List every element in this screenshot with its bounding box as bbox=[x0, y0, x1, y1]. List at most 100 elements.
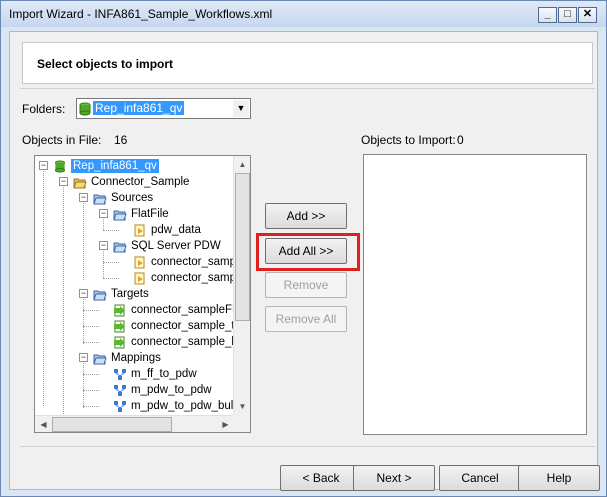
tree-node-sources[interactable]: Sources bbox=[93, 191, 153, 205]
tree-node-pdw-data[interactable]: pdw_data bbox=[133, 223, 201, 237]
objects-in-file-label: Objects in File: bbox=[22, 133, 102, 147]
folder-open-icon bbox=[93, 290, 107, 300]
tree-line bbox=[63, 182, 64, 414]
tree-node-label: pdw_data bbox=[151, 224, 201, 236]
tree-vertical-scrollbar[interactable]: ▲ ▼ bbox=[233, 156, 250, 415]
add-button[interactable]: Add >> bbox=[265, 203, 347, 229]
tree-node-target[interactable]: connector_sampleFF bbox=[113, 303, 234, 317]
tree-node-root[interactable]: Rep_infa861_qv bbox=[53, 159, 159, 173]
source-file-icon bbox=[134, 224, 145, 236]
tree-node-connector-sample[interactable]: Connector_Sample bbox=[73, 175, 189, 189]
scroll-right-icon[interactable]: ▶ bbox=[217, 416, 234, 432]
target-icon bbox=[114, 320, 125, 332]
objects-in-file-count: 16 bbox=[114, 133, 128, 147]
collapse-toggle[interactable]: − bbox=[79, 193, 88, 202]
tree-node-label: Mappings bbox=[111, 352, 161, 364]
close-button[interactable]: ✕ bbox=[578, 7, 597, 23]
objects-to-import-list[interactable] bbox=[363, 154, 587, 435]
remove-button-label: Remove bbox=[283, 278, 329, 292]
add-button-label: Add >> bbox=[286, 209, 326, 223]
folder-open-icon bbox=[93, 194, 107, 204]
tree-line bbox=[83, 294, 84, 344]
scroll-thumb[interactable] bbox=[52, 417, 172, 432]
back-button-label: < Back bbox=[302, 471, 340, 485]
tree-line bbox=[83, 326, 99, 327]
tree-node-label: m_pdw_to_pdw bbox=[131, 384, 212, 396]
folders-dropdown[interactable]: Rep_infa861_qv ▼ bbox=[76, 98, 251, 119]
tree-line bbox=[83, 342, 99, 343]
scroll-thumb[interactable] bbox=[235, 173, 250, 321]
header-divider bbox=[20, 88, 595, 89]
tree-node-mapping[interactable]: m_pdw_to_pdw_bull bbox=[113, 399, 234, 413]
tree-node-mappings[interactable]: Mappings bbox=[93, 351, 161, 365]
scroll-left-icon[interactable]: ◀ bbox=[35, 416, 52, 432]
window-title: Import Wizard - INFA861_Sample_Workflows… bbox=[9, 7, 273, 21]
tree-node-target[interactable]: connector_sample_ta bbox=[113, 319, 234, 333]
tree-node-label: connector_sample_ta bbox=[131, 320, 234, 332]
collapse-toggle[interactable]: − bbox=[99, 209, 108, 218]
scroll-corner bbox=[233, 415, 250, 432]
import-wizard-window: Import Wizard - INFA861_Sample_Workflows… bbox=[0, 0, 607, 497]
tree-node-label: m_ff_to_pdw bbox=[131, 368, 197, 380]
folders-selected-value: Rep_infa861_qv bbox=[93, 101, 185, 115]
objects-tree[interactable]: − Rep_infa861_qv − Connector_Sample − So… bbox=[34, 155, 251, 433]
collapse-toggle[interactable]: − bbox=[39, 161, 48, 170]
tree-line bbox=[43, 166, 44, 406]
database-icon bbox=[79, 102, 91, 116]
tree-node-source[interactable]: connector_samp bbox=[133, 271, 234, 285]
minimize-button[interactable]: _ bbox=[538, 7, 557, 23]
footer-divider bbox=[20, 446, 595, 447]
tree-node-label: connector_sampleFF bbox=[131, 304, 234, 316]
collapse-toggle[interactable]: − bbox=[79, 353, 88, 362]
collapse-toggle[interactable]: − bbox=[79, 289, 88, 298]
tree-node-target[interactable]: connector_sample_b bbox=[113, 335, 234, 349]
collapse-toggle[interactable]: − bbox=[99, 241, 108, 250]
remove-all-button-label: Remove All bbox=[275, 312, 337, 326]
mapping-icon bbox=[114, 400, 126, 412]
tree-line bbox=[83, 198, 84, 280]
tree-line bbox=[103, 278, 119, 279]
tree-node-label: Rep_infa861_qv bbox=[71, 159, 159, 173]
remove-all-button[interactable]: Remove All bbox=[265, 306, 347, 332]
folder-open-icon bbox=[113, 242, 127, 252]
cancel-button-label: Cancel bbox=[461, 471, 499, 485]
target-icon bbox=[114, 336, 125, 348]
next-button[interactable]: Next > bbox=[353, 465, 435, 491]
target-icon bbox=[114, 304, 125, 316]
page-title: Select objects to import bbox=[37, 57, 174, 71]
tree-node-mapping[interactable]: m_pdw_to_pdw bbox=[113, 383, 212, 397]
title-bar[interactable]: Import Wizard - INFA861_Sample_Workflows… bbox=[1, 1, 606, 27]
tree-node-source[interactable]: connector_samp bbox=[133, 255, 234, 269]
tree-node-label: FlatFile bbox=[131, 208, 169, 220]
tree-node-sql-server-pdw[interactable]: SQL Server PDW bbox=[113, 239, 221, 253]
collapse-toggle[interactable]: − bbox=[59, 177, 68, 186]
mapping-icon bbox=[114, 368, 126, 380]
tree-node-label: Sources bbox=[111, 192, 154, 204]
cancel-button[interactable]: Cancel bbox=[439, 465, 521, 491]
tree-line bbox=[83, 374, 99, 375]
remove-button[interactable]: Remove bbox=[265, 272, 347, 298]
help-button[interactable]: Help bbox=[518, 465, 600, 491]
folder-open-icon bbox=[93, 354, 107, 364]
chevron-down-icon[interactable]: ▼ bbox=[233, 100, 249, 117]
highlight-annotation bbox=[256, 233, 360, 271]
header-panel: Select objects to import bbox=[22, 42, 593, 84]
database-icon bbox=[54, 159, 66, 173]
tree-node-mapping[interactable]: m_ff_to_pdw bbox=[113, 367, 197, 381]
scroll-up-icon[interactable]: ▲ bbox=[234, 156, 250, 173]
source-file-icon bbox=[134, 272, 145, 284]
maximize-button[interactable]: □ bbox=[558, 7, 577, 23]
back-button[interactable]: < Back bbox=[280, 465, 362, 491]
wizard-body: Select objects to import Folders: Rep_in… bbox=[9, 31, 600, 491]
tree-line bbox=[103, 230, 119, 231]
tree-node-flatfile[interactable]: FlatFile bbox=[113, 207, 169, 221]
tree-node-targets[interactable]: Targets bbox=[93, 287, 149, 301]
tree-horizontal-scrollbar[interactable]: ◀ ▶ bbox=[35, 415, 234, 432]
objects-to-import-count: 0 bbox=[457, 133, 464, 147]
tree-line bbox=[83, 358, 84, 408]
tree-node-label: connector_sample_b bbox=[131, 336, 234, 348]
scroll-down-icon[interactable]: ▼ bbox=[234, 398, 250, 415]
tree-node-label: connector_samp bbox=[151, 272, 234, 284]
folders-label: Folders: bbox=[22, 102, 66, 116]
tree-line bbox=[83, 390, 99, 391]
